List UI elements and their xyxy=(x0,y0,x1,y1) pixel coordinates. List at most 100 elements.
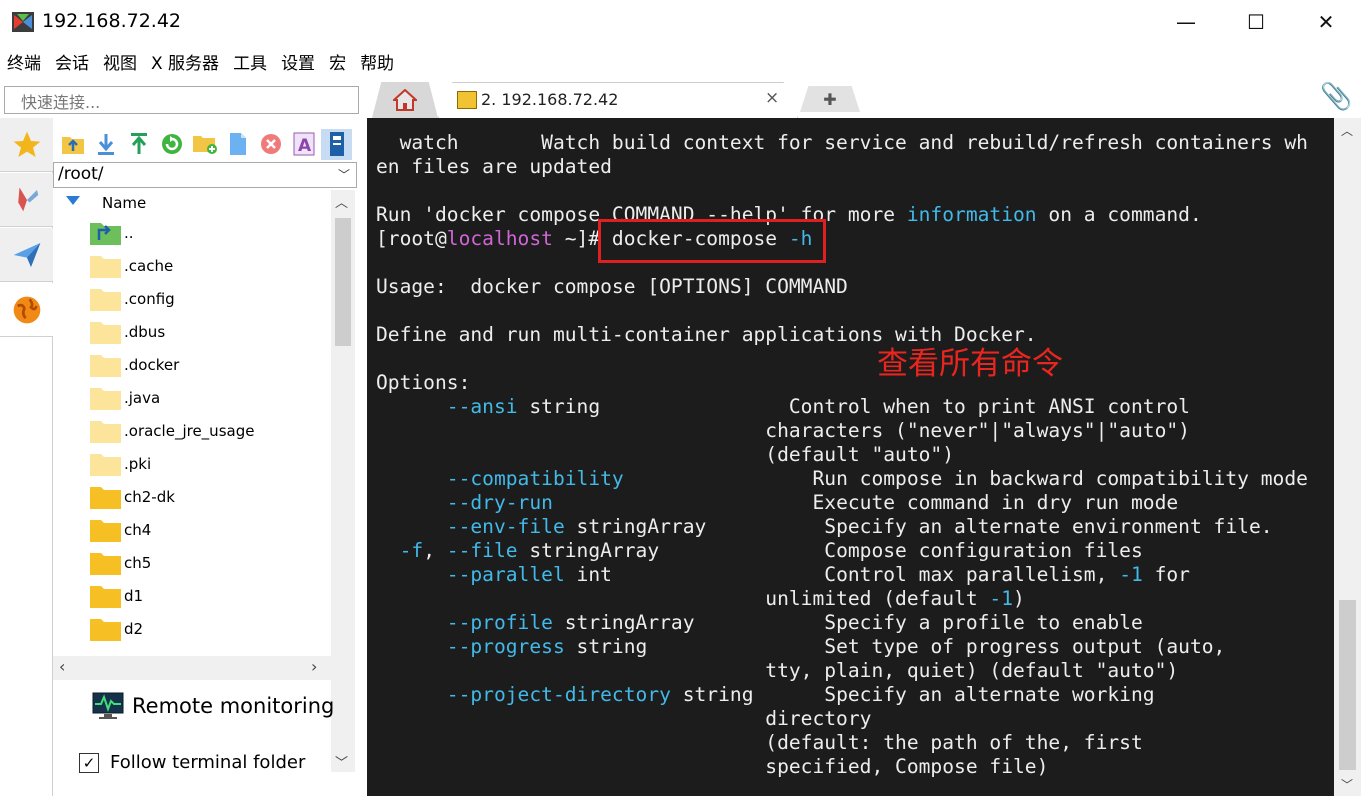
terminal[interactable]: watch Watch build context for service an… xyxy=(367,118,1334,796)
folder-icon xyxy=(90,453,121,476)
menu-tools[interactable]: 工具 xyxy=(226,44,274,76)
list-item[interactable]: .docker xyxy=(89,348,329,381)
delete-icon[interactable] xyxy=(255,129,286,160)
file-name: .java xyxy=(124,388,161,407)
terminal-text: int Control max parallelism, xyxy=(564,563,1120,586)
terminal-line: tty, plain, quiet) (default "auto") xyxy=(376,659,1178,683)
new-tab-button[interactable]: ✚ xyxy=(800,86,860,112)
folder-icon xyxy=(90,387,121,410)
list-item[interactable]: d1 xyxy=(89,579,329,612)
upload-icon[interactable] xyxy=(123,129,154,160)
terminal-line: Options: xyxy=(376,371,470,395)
scroll-thumb[interactable] xyxy=(335,218,351,346)
menu-view[interactable]: 视图 xyxy=(96,44,144,76)
annotation-text: 查看所有命令 xyxy=(877,346,1063,382)
terminal-text: Usage: docker compose [OPTIONS] COMMAND xyxy=(376,275,848,298)
terminal-line: --ansi string Control when to print ANSI… xyxy=(376,395,1190,419)
menu-terminal[interactable]: 终端 xyxy=(0,44,48,76)
globe-icon[interactable] xyxy=(0,283,53,337)
scroll-right-icon[interactable]: › xyxy=(311,657,317,676)
menu-macros[interactable]: 宏 xyxy=(322,44,353,76)
folder-icon xyxy=(90,420,121,443)
bookmark-icon[interactable] xyxy=(321,128,352,160)
scroll-left-icon[interactable]: ‹ xyxy=(59,657,65,676)
scroll-down-icon[interactable]: ﹀ xyxy=(335,752,348,771)
expand-arrow-icon[interactable] xyxy=(66,196,80,205)
terminal-text: specified, Compose file) xyxy=(376,755,1049,778)
star-icon[interactable] xyxy=(0,118,53,172)
new-file-icon[interactable] xyxy=(222,129,253,160)
list-item[interactable]: .. xyxy=(89,216,329,249)
terminal-text: information xyxy=(906,203,1037,226)
list-item[interactable]: ch5 xyxy=(89,546,329,579)
folder-icon xyxy=(90,618,121,641)
list-item[interactable]: .dbus xyxy=(89,315,329,348)
new-folder-icon[interactable] xyxy=(189,129,220,160)
list-item[interactable]: .java xyxy=(89,381,329,414)
terminal-scrollbar[interactable]: ︿ ﹀ xyxy=(1334,118,1361,796)
tab-close-icon[interactable]: × xyxy=(765,88,779,108)
file-name: .dbus xyxy=(124,322,166,341)
terminal-text: tty, plain, quiet) (default "auto") xyxy=(376,659,1179,682)
scroll-up-icon[interactable]: ︿ xyxy=(1341,122,1353,139)
menu-x-server[interactable]: X 服务器 xyxy=(144,44,226,76)
folder-icon xyxy=(90,321,121,344)
tree-vertical-scrollbar[interactable]: ︿ ﹀ xyxy=(331,190,355,772)
upload-up-icon[interactable] xyxy=(57,129,88,160)
paperclip-icon[interactable]: 📎 xyxy=(1320,82,1352,112)
session-tab-label: 2. 192.168.72.42 xyxy=(481,90,619,109)
scroll-up-icon[interactable]: ︿ xyxy=(335,192,348,211)
terminal-text: -1 xyxy=(989,587,1014,610)
follow-terminal-checkbox[interactable]: ✓ xyxy=(79,752,99,773)
folder-icon xyxy=(90,486,121,509)
chevron-down-icon[interactable]: ﹀ xyxy=(338,166,350,183)
menu-sessions[interactable]: 会话 xyxy=(48,44,96,76)
terminal-text: directory xyxy=(376,707,872,730)
tree-horizontal-scrollbar[interactable]: ‹ › xyxy=(53,656,333,680)
rename-icon[interactable]: A xyxy=(288,129,319,160)
plus-icon: ✚ xyxy=(823,89,837,109)
terminal-scroll-thumb[interactable] xyxy=(1339,600,1356,770)
list-item[interactable]: ch4 xyxy=(89,513,329,546)
folder-icon xyxy=(90,552,121,575)
list-item[interactable]: d2 xyxy=(89,612,329,645)
quick-connect-input[interactable]: 快速连接... xyxy=(4,86,359,114)
path-value: /root/ xyxy=(58,164,104,184)
remote-monitoring-button[interactable]: Remote monitoring xyxy=(92,692,334,720)
send-icon[interactable] xyxy=(0,228,53,282)
download-icon[interactable] xyxy=(90,129,121,160)
follow-terminal-folder[interactable]: ✓ Follow terminal folder xyxy=(79,752,305,773)
maximize-button[interactable]: ☐ xyxy=(1221,0,1291,44)
list-item[interactable]: ch2-dk xyxy=(89,480,329,513)
minimize-button[interactable]: — xyxy=(1151,0,1221,44)
terminal-line: --progress string Set type of progress o… xyxy=(376,635,1226,659)
path-combo[interactable]: /root/ ﹀ xyxy=(53,162,357,188)
list-item[interactable]: .cache xyxy=(89,249,329,282)
refresh-icon[interactable] xyxy=(156,129,187,160)
terminal-text: string Specify an alternate working xyxy=(670,683,1155,706)
scroll-down-icon[interactable]: ﹀ xyxy=(1341,776,1353,793)
terminal-text: --compatibility xyxy=(446,467,624,490)
close-button[interactable]: ✕ xyxy=(1291,0,1361,44)
menu-help[interactable]: 帮助 xyxy=(353,44,401,76)
list-item[interactable]: .config xyxy=(89,282,329,315)
list-item[interactable]: .oracle_jre_usage xyxy=(89,414,329,447)
terminal-line: -f, --file stringArray Compose configura… xyxy=(376,539,1143,563)
app-icon xyxy=(12,12,34,32)
terminal-text: localhost xyxy=(446,227,553,250)
session-tab[interactable]: 2. 192.168.72.42 × xyxy=(438,82,798,118)
tools-icon[interactable] xyxy=(0,173,53,227)
tree-header[interactable]: Name xyxy=(53,190,331,216)
terminal-text: (default: the path of the, first xyxy=(376,731,1143,754)
menu-settings[interactable]: 设置 xyxy=(274,44,322,76)
file-name: d1 xyxy=(124,586,144,605)
home-tab[interactable] xyxy=(372,82,438,118)
svg-text:A: A xyxy=(298,136,312,156)
terminal-text: stringArray Specify a profile to enable xyxy=(552,611,1143,634)
list-item[interactable]: .pki xyxy=(89,447,329,480)
terminal-line: (default: the path of the, first xyxy=(376,731,1143,755)
